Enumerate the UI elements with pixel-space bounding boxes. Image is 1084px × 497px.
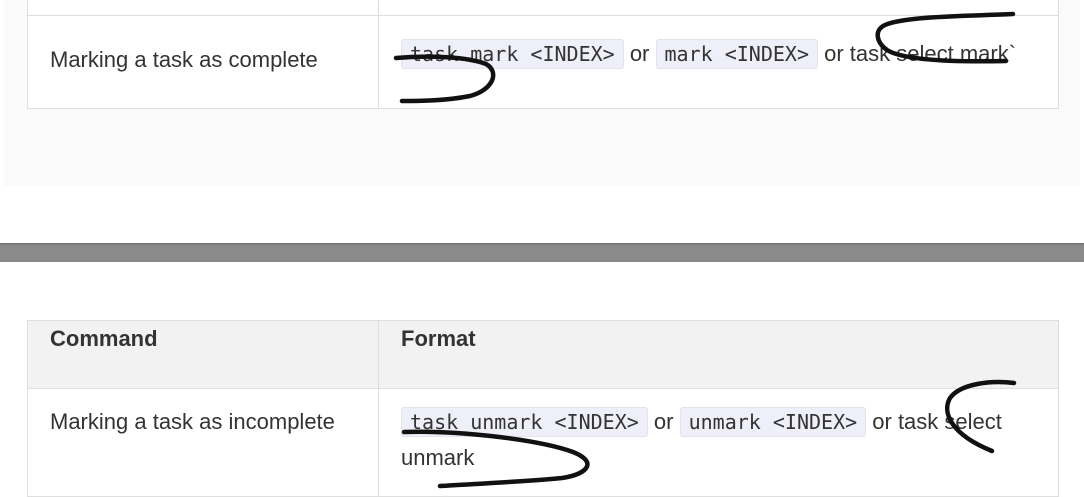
code-snippet: unmark <INDEX> — [679, 407, 867, 437]
column-header-format: Format — [378, 320, 1059, 389]
format-text: or — [623, 41, 656, 66]
table-row-mark: Marking a task as complete task mark <IN… — [27, 15, 1059, 109]
commands-table-bottom: Command Format Marking a task as incompl… — [27, 320, 1059, 497]
page-divider — [0, 243, 1084, 262]
code-snippet: task unmark <INDEX> — [401, 407, 648, 437]
format-text: or — [647, 409, 680, 434]
commands-table-top: Marking a task as complete task mark <IN… — [27, 0, 1059, 109]
format-cell: task unmark <INDEX> or unmark <INDEX> or… — [378, 388, 1059, 497]
command-cell: Marking a task as incomplete — [27, 388, 379, 497]
command-cell: Marking a task as complete — [27, 15, 379, 109]
table-cell-empty — [27, 0, 379, 16]
table-header-row: Command Format — [27, 320, 1059, 389]
table-row-unmark: Marking a task as incomplete task unmark… — [27, 388, 1059, 497]
code-snippet: task mark <INDEX> — [401, 39, 624, 69]
table-row-previous-edge — [27, 0, 1059, 16]
table-cell-empty — [378, 0, 1059, 16]
column-header-command: Command — [27, 320, 379, 389]
code-snippet: mark <INDEX> — [655, 39, 818, 69]
format-cell: task mark <INDEX> or mark <INDEX> or tas… — [378, 15, 1059, 109]
format-text: or task select mark` — [818, 41, 1017, 66]
